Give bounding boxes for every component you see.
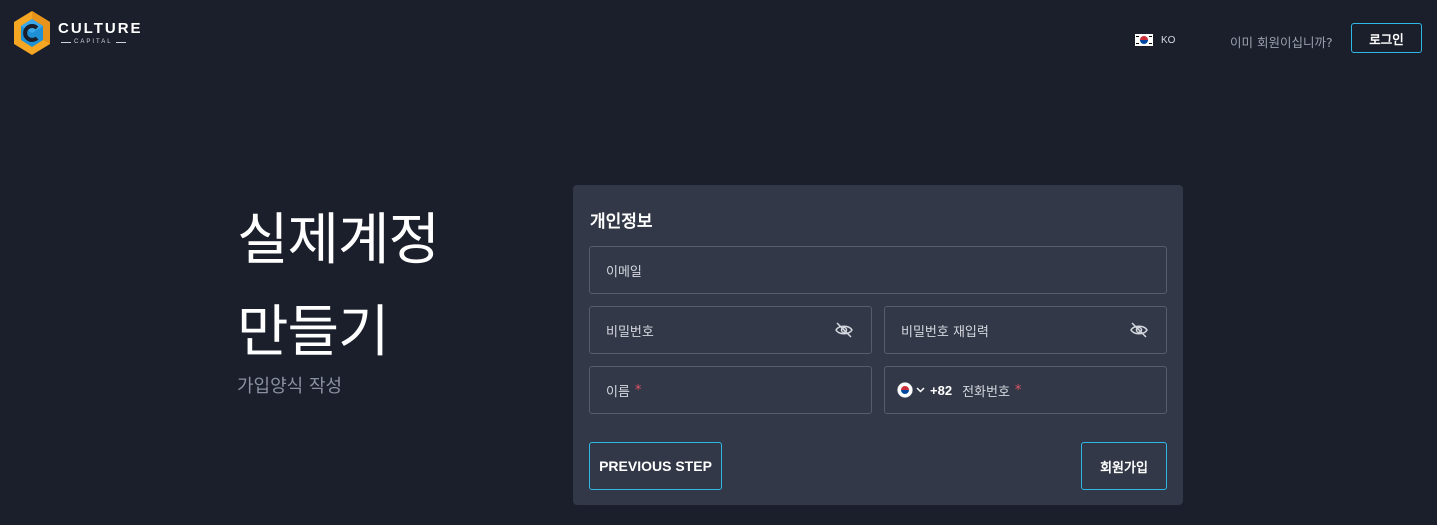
- login-prompt: 이미 회원이십니까?: [1230, 35, 1333, 50]
- phone-prefix: +82: [930, 382, 953, 398]
- login-button[interactable]: 로그인: [1351, 23, 1422, 53]
- required-marker: *: [1014, 382, 1022, 398]
- korea-flag-icon: [1135, 34, 1153, 46]
- chevron-down-icon[interactable]: [916, 387, 925, 393]
- brand-tagline: CAPITAL: [74, 39, 113, 45]
- culture-capital-logo-icon: [14, 11, 50, 55]
- korea-flag-icon: [897, 382, 913, 398]
- signup-form-card: 개인정보 이메일 비밀번호 비밀번호 재입력 이름 * +82 전화번호 * P…: [573, 185, 1183, 505]
- previous-step-button[interactable]: PREVIOUS STEP: [589, 442, 722, 490]
- email-field[interactable]: 이메일: [589, 246, 1167, 294]
- page-title: 실제계정 만들기: [237, 195, 440, 379]
- password-field[interactable]: 비밀번호: [589, 306, 872, 354]
- required-marker: *: [634, 382, 642, 398]
- signup-button[interactable]: 회원가입: [1081, 442, 1167, 490]
- password-confirm-field[interactable]: 비밀번호 재입력: [884, 306, 1167, 354]
- eye-slash-icon[interactable]: [1130, 322, 1148, 338]
- phone-label: 전화번호: [962, 384, 1010, 400]
- page-title-line-2: 만들기: [237, 300, 390, 365]
- page-title-line-1: 실제계정: [237, 208, 440, 273]
- page-subtitle: 가입양식 작성: [237, 376, 343, 397]
- language-code: KO: [1161, 34, 1176, 46]
- section-title: 개인정보: [590, 212, 653, 232]
- email-label: 이메일: [606, 264, 642, 280]
- password-label: 비밀번호: [606, 324, 654, 340]
- language-selector[interactable]: KO: [1135, 34, 1175, 46]
- brand-logo[interactable]: CULTURE CAPITAL: [12, 10, 143, 56]
- country-code-selector[interactable]: [897, 382, 925, 398]
- name-label: 이름: [606, 384, 630, 400]
- phone-field[interactable]: +82 전화번호 *: [884, 366, 1167, 414]
- eye-slash-icon[interactable]: [835, 322, 853, 338]
- brand-name: CULTURE: [58, 20, 143, 37]
- name-field[interactable]: 이름 *: [589, 366, 872, 414]
- password-confirm-label: 비밀번호 재입력: [901, 324, 989, 340]
